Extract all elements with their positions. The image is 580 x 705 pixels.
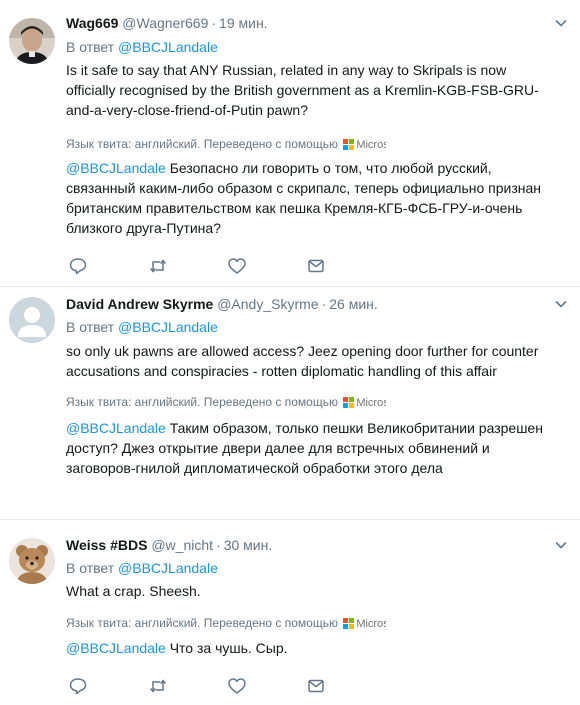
direct-message-icon[interactable]: [306, 256, 326, 276]
tweet-header: Wag669 @Wagner669 · 19 мин.: [66, 14, 268, 32]
reply-mention-link[interactable]: @BBCJLandale: [118, 39, 218, 55]
avatar[interactable]: [9, 297, 55, 343]
tweet-text: so only uk pawns are allowed access? Jee…: [66, 343, 539, 379]
translated-text: @BBCJLandale Что за чушь. Сыр.: [66, 638, 561, 658]
reply-mention-link[interactable]: @BBCJLandale: [118, 560, 218, 576]
microsoft-logo-icon: [343, 618, 355, 629]
tweet-2[interactable]: David Andrew Skyrme @Andy_Skyrme · 26 мин.…: [0, 287, 580, 520]
tweet-text: Is it safe to say that ANY Russian, rela…: [66, 62, 539, 118]
translation-note-text: Язык твита: английский. Переведено с пом…: [66, 395, 338, 409]
avatar[interactable]: [9, 18, 55, 64]
translated-text: @BBCJLandale Безопасно ли говорить о том…: [66, 158, 561, 238]
display-name[interactable]: David Andrew Skyrme: [66, 296, 213, 312]
translator-brand: Micros: [356, 139, 386, 151]
tweet-header: David Andrew Skyrme @Andy_Skyrme · 26 мин.: [66, 295, 378, 313]
translation-note-text: Язык твита: английский. Переведено с пом…: [66, 616, 338, 630]
translation-note: Язык твита: английский. Переведено с пом…: [66, 615, 386, 632]
translation-note-text: Язык твита: английский. Переведено с пом…: [66, 137, 338, 151]
microsoft-logo-icon: [343, 139, 355, 150]
chevron-down-icon[interactable]: [554, 16, 568, 30]
reply-prefix: В ответ: [66, 560, 115, 576]
reply-icon[interactable]: [68, 256, 88, 276]
chevron-down-icon[interactable]: [554, 538, 568, 552]
chevron-down-icon[interactable]: [554, 297, 568, 311]
timestamp[interactable]: 26 мин.: [329, 296, 378, 312]
tweet-text: What a crap. Sheesh.: [66, 583, 201, 599]
tweet-1[interactable]: Wag669 @Wagner669 · 19 мин. В ответ @BBCJL…: [0, 0, 580, 287]
translation-mention-link[interactable]: @BBCJLandale: [66, 160, 166, 176]
translation-mention-link[interactable]: @BBCJLandale: [66, 640, 166, 656]
display-name[interactable]: Weiss #BDS: [66, 537, 147, 553]
direct-message-icon[interactable]: [306, 676, 326, 696]
translator-brand: Micros: [356, 397, 386, 409]
user-handle[interactable]: @Andy_Skyrme: [217, 296, 318, 312]
translated-text: @BBCJLandale Таким образом, только пешки…: [66, 418, 561, 478]
display-name[interactable]: Wag669: [66, 15, 118, 31]
tweet-header: Weiss #BDS @w_nicht · 30 мин.: [66, 536, 272, 554]
reply-context: В ответ @BBCJLandale: [66, 559, 218, 577]
translator-brand: Micros: [356, 618, 386, 630]
user-handle[interactable]: @Wagner669: [122, 15, 208, 31]
reply-icon[interactable]: [68, 676, 88, 696]
translation-note: Язык твита: английский. Переведено с пом…: [66, 394, 386, 411]
timestamp[interactable]: 30 мин.: [224, 537, 273, 553]
user-handle[interactable]: @w_nicht: [151, 537, 213, 553]
retweet-icon[interactable]: [148, 676, 168, 696]
translation-body: Что за чушь. Сыр.: [169, 640, 288, 656]
microsoft-logo-icon: [343, 397, 355, 408]
like-icon[interactable]: [227, 676, 247, 696]
tweet-3[interactable]: Weiss #BDS @w_nicht · 30 мин. В ответ @BBC…: [0, 520, 580, 705]
reply-prefix: В ответ: [66, 39, 115, 55]
translation-mention-link[interactable]: @BBCJLandale: [66, 420, 166, 436]
separator: ·: [321, 296, 327, 312]
reply-prefix: В ответ: [66, 319, 115, 335]
separator: ·: [216, 537, 221, 553]
reply-context: В ответ @BBCJLandale: [66, 318, 218, 336]
retweet-icon[interactable]: [148, 256, 168, 276]
reply-context: В ответ @BBCJLandale: [66, 38, 218, 56]
separator: ·: [211, 15, 217, 31]
reply-mention-link[interactable]: @BBCJLandale: [118, 319, 218, 335]
translation-note: Язык твита: английский. Переведено с пом…: [66, 136, 386, 153]
avatar[interactable]: [9, 538, 55, 584]
timestamp[interactable]: 19 мин.: [219, 15, 268, 31]
like-icon[interactable]: [227, 256, 247, 276]
